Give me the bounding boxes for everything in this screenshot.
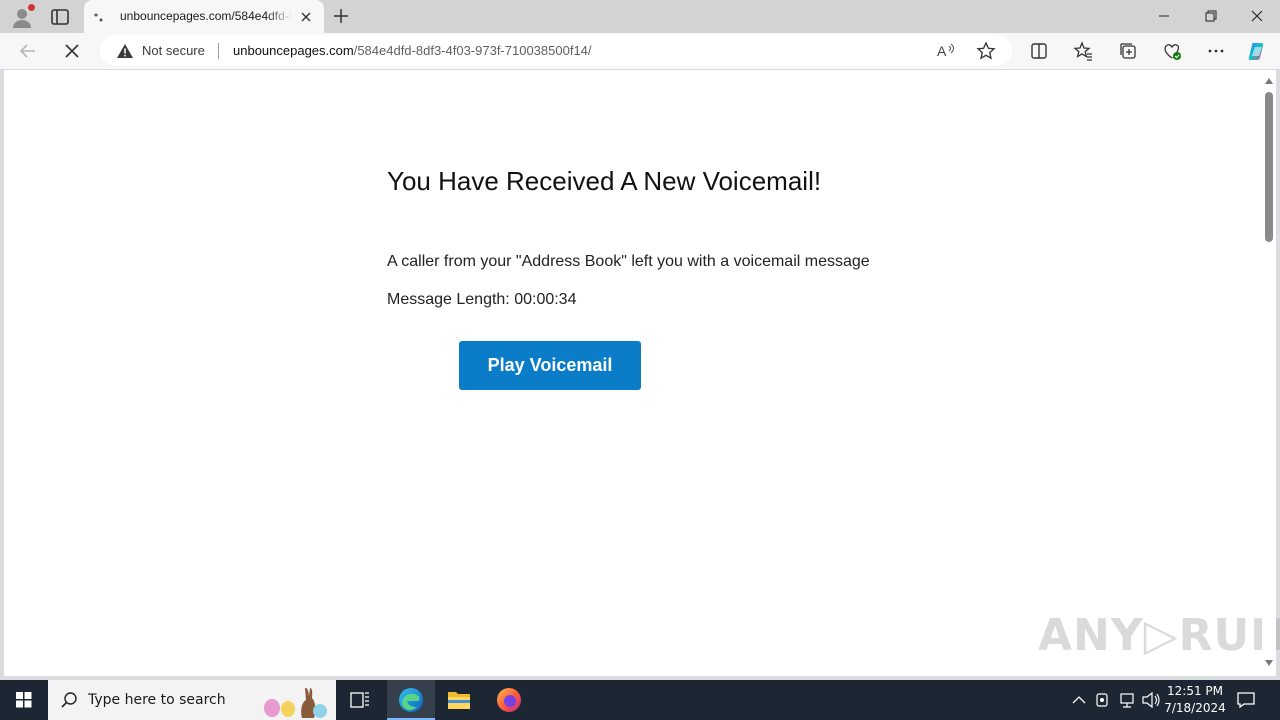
tab-title: unbouncepages.com/584e4dfd-8df3-4f03-973… [120,9,292,23]
show-hidden-icons-chevron-up-icon[interactable] [1068,680,1090,720]
scroll-down-arrow-icon[interactable] [1265,660,1273,666]
browser-essentials-icon[interactable] [1161,40,1183,62]
back-arrow-icon[interactable] [17,40,39,62]
windows-taskbar: Type here to search 12:51 PM 7/18/2024 [0,680,1280,720]
security-label[interactable]: Not secure [142,43,205,58]
taskbar-search-box[interactable]: Type here to search [48,680,336,720]
vertical-scrollbar[interactable] [1262,70,1276,676]
svg-text:A: A [937,43,947,59]
active-tab[interactable]: unbouncepages.com/584e4dfd-8df3-4f03-973… [84,0,324,33]
browser-toolbar: Not secure unbouncepages.com/584e4dfd-8d… [0,33,1280,69]
address-divider [218,43,219,59]
url-text[interactable]: unbouncepages.com/584e4dfd-8df3-4f03-973… [233,43,592,58]
profile-notification-dot [28,4,35,11]
message-length: Message Length: 00:00:34 [387,291,577,308]
taskbar-edge-icon[interactable] [387,680,435,720]
play-voicemail-button[interactable]: Play Voicemail [459,341,641,390]
clock-time: 12:51 PM [1167,684,1223,698]
restore-icon[interactable] [1199,8,1223,24]
task-view-icon[interactable] [336,680,384,720]
scroll-thumb[interactable] [1265,92,1273,242]
new-tab-icon[interactable] [331,6,351,26]
voicemail-description: A caller from your "Address Book" left y… [387,253,870,270]
minimize-icon[interactable] [1152,8,1176,24]
scroll-up-arrow-icon[interactable] [1265,78,1273,84]
volume-icon[interactable] [1140,680,1162,720]
search-icon [60,691,78,709]
notifications-icon[interactable] [1236,690,1256,710]
browser-tab-bar: unbouncepages.com/584e4dfd-8df3-4f03-973… [0,0,1280,33]
system-clock[interactable]: 12:51 PM 7/18/2024 [1160,683,1230,717]
more-options-icon[interactable] [1205,40,1227,62]
warning-triangle-icon[interactable] [116,43,134,59]
add-favorite-star-icon[interactable] [976,41,996,61]
tab-close-icon[interactable] [298,9,314,25]
search-placeholder: Type here to search [88,692,226,708]
page-title: You Have Received A New Voicemail! [387,166,822,196]
url-path: /584e4dfd-8df3-4f03-973f-710038500f14/ [353,43,592,58]
start-button[interactable] [0,680,48,720]
network-icon[interactable] [1116,680,1138,720]
firefox-icon[interactable] [485,680,533,720]
loading-favicon-icon [92,10,106,24]
split-screen-icon[interactable] [1028,40,1050,62]
copilot-icon[interactable] [1246,40,1268,62]
favorites-icon[interactable] [1072,40,1094,62]
stop-loading-icon[interactable] [61,40,83,62]
window-close-icon[interactable] [1245,8,1269,24]
meet-now-icon[interactable] [1093,680,1113,720]
clock-date: 7/18/2024 [1164,701,1226,715]
url-host: unbouncepages.com [233,43,354,58]
read-aloud-icon[interactable]: A [936,42,956,60]
collections-icon[interactable] [1117,40,1139,62]
anyrun-watermark: ANY▷RUN [1038,610,1280,661]
file-explorer-icon[interactable] [435,680,483,720]
tab-actions-icon[interactable] [48,6,72,28]
address-bar[interactable]: Not secure unbouncepages.com/584e4dfd-8d… [100,35,1012,66]
page-viewport: You Have Received A New Voicemail! A cal… [4,70,1280,676]
profile-icon[interactable] [10,4,35,29]
easter-eggs-bunny-icon [258,684,330,718]
